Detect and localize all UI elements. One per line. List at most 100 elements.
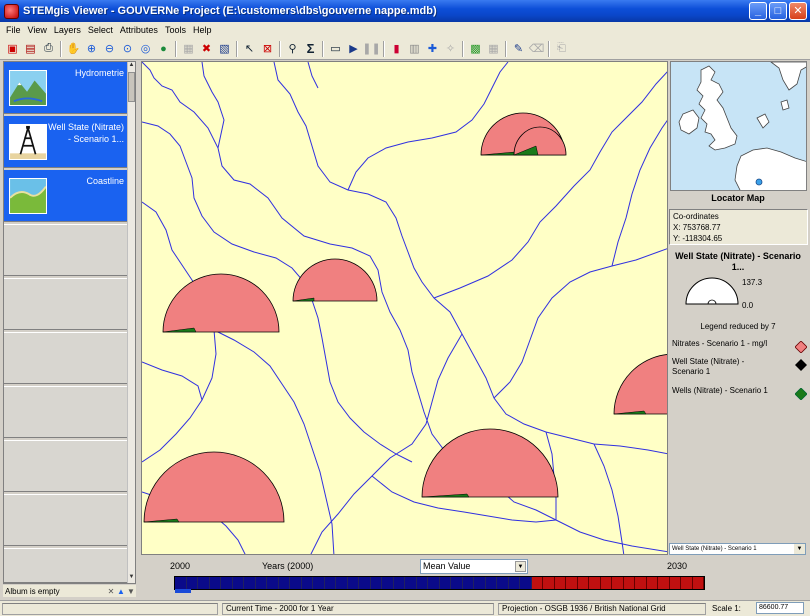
remove-point-icon[interactable]: ✧ bbox=[442, 40, 459, 57]
minimize-button[interactable]: _ bbox=[749, 2, 767, 20]
album-slot-empty[interactable] bbox=[4, 494, 128, 546]
timeline-cell[interactable] bbox=[474, 577, 486, 589]
timeline-cell[interactable] bbox=[347, 577, 359, 589]
timeline-cell[interactable] bbox=[439, 577, 451, 589]
timeline-cell[interactable] bbox=[255, 577, 267, 589]
well-glyph[interactable] bbox=[162, 273, 280, 333]
print-icon[interactable]: ⎙ bbox=[40, 40, 57, 57]
well-glyphs[interactable] bbox=[143, 112, 668, 523]
timeline-cell[interactable] bbox=[301, 577, 313, 589]
menu-file[interactable]: File bbox=[4, 25, 26, 35]
timeline-cell[interactable] bbox=[462, 577, 474, 589]
timeline-cell[interactable] bbox=[382, 577, 394, 589]
camera-icon[interactable]: ▭ bbox=[327, 40, 344, 57]
scroll-up-arrow-icon[interactable]: ▲ bbox=[128, 62, 135, 71]
grid-icon[interactable]: ▦ bbox=[485, 40, 502, 57]
timeline-cell[interactable] bbox=[566, 577, 578, 589]
query-icon[interactable]: ⚲ bbox=[284, 40, 301, 57]
timeline-cursor[interactable] bbox=[175, 589, 191, 593]
clear-selection-icon[interactable]: ⊠ bbox=[259, 40, 276, 57]
menu-select[interactable]: Select bbox=[86, 25, 118, 35]
timeline-cell[interactable] bbox=[370, 577, 382, 589]
album-slot-empty[interactable] bbox=[4, 332, 128, 384]
timeline-cell[interactable] bbox=[669, 577, 681, 589]
maximize-button[interactable]: □ bbox=[769, 2, 787, 20]
timeline-cell[interactable] bbox=[485, 577, 497, 589]
timeline-cell[interactable] bbox=[600, 577, 612, 589]
timeline-cell[interactable] bbox=[428, 577, 440, 589]
album-move-down-icon[interactable]: ▼ bbox=[126, 586, 136, 596]
map-canvas[interactable] bbox=[142, 62, 668, 555]
statistics-sigma-icon[interactable]: Σ bbox=[302, 40, 319, 57]
timeline-cell[interactable] bbox=[232, 577, 244, 589]
play-icon[interactable]: ▶ bbox=[345, 40, 362, 57]
timeline-cell[interactable] bbox=[612, 577, 624, 589]
album-move-up-icon[interactable]: ▲ bbox=[116, 586, 126, 596]
timeline-cell[interactable] bbox=[244, 577, 256, 589]
timeline-cell[interactable] bbox=[508, 577, 520, 589]
timeline-cell[interactable] bbox=[209, 577, 221, 589]
timeline-cell[interactable] bbox=[692, 577, 704, 589]
menu-help[interactable]: Help bbox=[191, 25, 217, 35]
pause-icon[interactable]: ❚❚ bbox=[362, 40, 380, 57]
pan-hand-icon[interactable]: ✋ bbox=[65, 40, 82, 57]
map-view[interactable] bbox=[141, 61, 668, 555]
select-layer-icon[interactable]: ▦ bbox=[180, 40, 197, 57]
album-slot-empty[interactable] bbox=[4, 440, 128, 492]
open-project-icon[interactable]: ▤ bbox=[22, 40, 39, 57]
album-slot-empty[interactable] bbox=[4, 386, 128, 438]
timeline-cell[interactable] bbox=[393, 577, 405, 589]
album-slot-empty[interactable] bbox=[4, 278, 128, 330]
well-glyph[interactable] bbox=[143, 451, 285, 523]
eraser-icon[interactable]: ⌫ bbox=[528, 40, 545, 57]
chevron-down-icon[interactable]: ▼ bbox=[515, 561, 526, 572]
timeline-cell[interactable] bbox=[186, 577, 198, 589]
menu-attributes[interactable]: Attributes bbox=[118, 25, 163, 35]
album-slot-empty[interactable] bbox=[4, 548, 128, 583]
select-arrow-icon[interactable]: ↖ bbox=[241, 40, 258, 57]
draw-pen-icon[interactable]: ✎ bbox=[510, 40, 527, 57]
delete-layer-icon[interactable]: ✖ bbox=[198, 40, 215, 57]
timeline-cell[interactable] bbox=[554, 577, 566, 589]
color-ramp-icon[interactable]: ▩ bbox=[467, 40, 484, 57]
album-item-well-state[interactable]: Well State (Nitrate) - Scenario 1... bbox=[4, 116, 128, 168]
aggregation-select[interactable]: Mean Value ▼ bbox=[420, 559, 528, 574]
timeline-cell[interactable] bbox=[359, 577, 371, 589]
album-scrollbar[interactable]: ▲ ▼ bbox=[127, 62, 135, 583]
zoom-extent-icon[interactable]: ◎ bbox=[137, 40, 154, 57]
timeline-cell[interactable] bbox=[520, 577, 532, 589]
globe-icon[interactable]: ● bbox=[155, 40, 172, 57]
scale-input[interactable]: 86600.77 bbox=[756, 602, 804, 614]
timeline-cell[interactable] bbox=[623, 577, 635, 589]
well-glyph[interactable] bbox=[292, 258, 378, 302]
album-slot-empty[interactable] bbox=[4, 224, 128, 276]
album-item-hydrometrie[interactable]: Hydrometrie bbox=[4, 62, 128, 114]
timeline-slider[interactable] bbox=[174, 576, 705, 590]
timeline-cell[interactable] bbox=[416, 577, 428, 589]
timeline-cell[interactable] bbox=[531, 577, 543, 589]
album-item-coastline[interactable]: Coastline bbox=[4, 170, 128, 222]
timeline-cell[interactable] bbox=[324, 577, 336, 589]
album-remove-icon[interactable]: ✕ bbox=[106, 586, 116, 596]
timeline-cell[interactable] bbox=[646, 577, 658, 589]
close-button[interactable]: ✕ bbox=[789, 2, 807, 20]
menu-view[interactable]: View bbox=[26, 25, 52, 35]
zoom-in-icon[interactable]: ⊕ bbox=[83, 40, 100, 57]
timeline-cell[interactable] bbox=[681, 577, 693, 589]
timeline-cell[interactable] bbox=[175, 577, 187, 589]
export-icon[interactable]: ⎗ bbox=[553, 40, 570, 57]
add-point-icon[interactable]: ✚ bbox=[424, 40, 441, 57]
chart-icon[interactable]: ▮ bbox=[388, 40, 405, 57]
timeline-cell[interactable] bbox=[497, 577, 509, 589]
menu-layers[interactable]: Layers bbox=[52, 25, 86, 35]
timeline-cell[interactable] bbox=[405, 577, 417, 589]
new-project-icon[interactable]: ▣ bbox=[4, 40, 21, 57]
menu-tools[interactable]: Tools bbox=[163, 25, 191, 35]
zoom-out-icon[interactable]: ⊖ bbox=[101, 40, 118, 57]
legend-layer-select[interactable]: Well State (Nitrate) - Scenario 1 ▼ bbox=[669, 543, 806, 555]
timeline-cell[interactable] bbox=[577, 577, 589, 589]
well-glyph[interactable] bbox=[613, 354, 668, 415]
timeline-cell[interactable] bbox=[589, 577, 601, 589]
properties-icon[interactable]: ▧ bbox=[216, 40, 233, 57]
timeline-cell[interactable] bbox=[198, 577, 210, 589]
